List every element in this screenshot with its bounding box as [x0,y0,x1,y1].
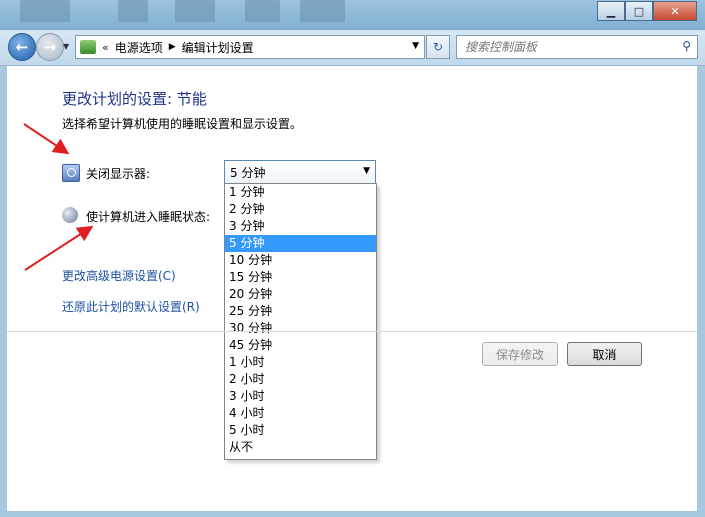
search-icon[interactable]: ⚲ [682,39,691,53]
search-input[interactable] [463,39,677,55]
dropdown-option[interactable]: 2 分钟 [225,201,376,218]
window-caption-buttons: ▁ □ ✕ [597,1,697,21]
sleep-label: 使计算机进入睡眠状态: [86,210,211,224]
address-dropdown-icon[interactable]: ▼ [412,41,419,51]
recent-pages-dropdown[interactable]: ▼ [63,42,69,51]
close-icon: ✕ [670,4,680,18]
back-button[interactable]: ← [8,33,36,61]
save-button[interactable]: 保存修改 [482,342,558,366]
background-window-thumbnail [118,0,148,22]
divider [7,331,697,332]
dropdown-option[interactable]: 5 小时 [225,422,376,439]
minimize-icon: ▁ [606,4,616,18]
minimize-button[interactable]: ▁ [597,1,625,21]
advanced-power-settings-link[interactable]: 更改高级电源设置(C) [62,267,176,284]
window-frame-bottom [0,510,705,517]
maximize-icon: □ [633,4,645,18]
chevron-down-icon[interactable]: ▼ [363,166,370,176]
refresh-icon: ↻ [432,40,444,54]
forward-arrow-icon: → [43,38,57,56]
dropdown-option[interactable]: 15 分钟 [225,269,376,286]
dropdown-option[interactable]: 1 分钟 [225,184,376,201]
background-window-thumbnail [245,0,280,22]
dropdown-option[interactable]: 从不 [225,439,376,456]
dropdown-option[interactable]: 3 小时 [225,388,376,405]
forward-button[interactable]: → [36,33,64,61]
dropdown-option[interactable]: 1 小时 [225,354,376,371]
navigation-bar: ← → ▼ « 电源选项 ▶ 编辑计划设置 ▼ ↻ ⚲ [0,30,705,66]
breadcrumb-separator-icon[interactable]: ▶ [169,42,176,52]
window-frame-right [697,30,705,517]
background-window-thumbnail [300,0,345,22]
display-off-selected-value: 5 分钟 [230,165,266,180]
dropdown-option[interactable]: 25 分钟 [225,303,376,320]
dropdown-option[interactable]: 4 小时 [225,405,376,422]
display-off-dropdown-list[interactable]: 1 分钟 2 分钟 3 分钟 5 分钟 10 分钟 15 分钟 20 分钟 25 分钟 30 分… [224,183,377,460]
moon-icon [62,207,78,223]
monitor-clock-icon [62,164,80,182]
maximize-button[interactable]: □ [625,1,653,21]
page-subtitle: 选择希望计算机使用的睡眠设置和显示设置。 [62,117,303,131]
refresh-button[interactable]: ↻ [426,35,450,59]
back-arrow-icon: ← [15,38,29,56]
display-off-select[interactable]: 5 分钟 ▼ [224,160,376,184]
restore-defaults-link[interactable]: 还原此计划的默认设置(R) [62,298,200,315]
dropdown-option[interactable]: 2 小时 [225,371,376,388]
background-window-thumbnail [175,0,215,22]
window-titlebar[interactable]: ▁ □ ✕ [0,0,705,30]
cancel-button[interactable]: 取消 [567,342,642,366]
dropdown-option[interactable]: 45 分钟 [225,337,376,354]
breadcrumb-overflow[interactable]: « [102,41,109,54]
display-off-label: 关闭显示器: [86,167,151,181]
search-box[interactable]: ⚲ [456,35,698,59]
address-bar[interactable]: « 电源选项 ▶ 编辑计划设置 ▼ [75,35,425,59]
background-window-thumbnail [20,0,70,22]
breadcrumb-power-options[interactable]: 电源选项 [115,39,163,56]
dropdown-option[interactable]: 30 分钟 [225,320,376,337]
control-panel-icon [80,40,96,54]
close-button[interactable]: ✕ [653,1,697,21]
page-title: 更改计划的设置: 节能 [62,90,207,108]
dropdown-option[interactable]: 20 分钟 [225,286,376,303]
window-frame-left [0,30,7,517]
breadcrumb-edit-plan[interactable]: 编辑计划设置 [182,39,254,56]
dropdown-option[interactable]: 10 分钟 [225,252,376,269]
dropdown-option[interactable]: 3 分钟 [225,218,376,235]
dropdown-option[interactable]: 5 分钟 [225,235,376,252]
